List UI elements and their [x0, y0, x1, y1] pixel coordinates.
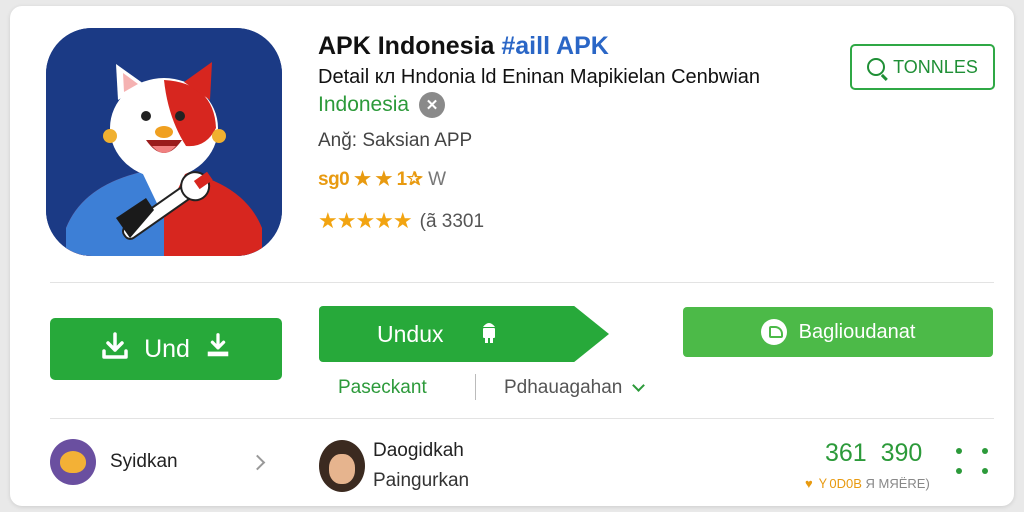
user-left[interactable]: Syidkan — [50, 439, 178, 485]
app-title-accent[interactable]: #aill APK — [501, 32, 608, 60]
share-bubble-icon — [760, 319, 787, 345]
install-button[interactable]: Undux — [319, 306, 609, 362]
dropdown-label: Pdhauagahan — [504, 377, 623, 398]
region-link[interactable]: Indonesia — [318, 93, 409, 117]
user-left-name: Syidkan — [110, 451, 178, 472]
vertical-divider — [475, 374, 476, 400]
secondary-link[interactable]: Paseckant — [338, 377, 427, 399]
rating-suffix: W — [428, 168, 447, 190]
user-mid[interactable]: Daogidkah Paingurkan — [319, 440, 469, 492]
chevron-right-icon[interactable] — [249, 454, 266, 471]
install-button-label: Undux — [377, 320, 444, 347]
app-subtitle: Detail кл Hndonia ld Eninan Mapikielan C… — [318, 66, 761, 88]
follow-button[interactable]: TONNLES — [850, 44, 995, 90]
app-title-text: APK Indonesia — [318, 32, 495, 60]
star-rating-icon: ★★★★★ — [318, 209, 413, 234]
app-author: Anğ: Saksian APP — [318, 130, 473, 151]
download-icon — [100, 331, 130, 368]
rating-stars-row: ★★★★★ (ã 3301 — [318, 209, 484, 234]
avatar — [319, 440, 365, 492]
options-dropdown[interactable]: Pdhauagahan — [504, 377, 646, 399]
divider — [50, 282, 994, 283]
rating-summary: sg0 ★ ★ 1✰ W — [318, 168, 446, 191]
android-icon — [479, 319, 499, 349]
app-card: APK Indonesia #aill APK Detail кл Hndoni… — [10, 6, 1014, 506]
avatar — [50, 439, 96, 485]
app-title: APK Indonesia #aill APK — [318, 32, 609, 61]
rating-count: (ã 3301 — [419, 210, 485, 232]
download-button[interactable]: Und — [50, 318, 282, 380]
download-button-label: Und — [144, 334, 190, 363]
more-dots-icon[interactable] — [954, 446, 994, 482]
user-mid-text: Daogidkah Paingurkan — [373, 440, 469, 492]
share-button[interactable]: Baglioudanat — [683, 307, 993, 357]
heart-icon: ♥ — [805, 476, 813, 491]
mascot-app-icon[interactable] — [46, 28, 282, 256]
close-icon[interactable]: ✕ — [419, 92, 446, 118]
chevron-down-icon — [632, 379, 646, 392]
search-refresh-icon — [867, 58, 886, 76]
divider — [50, 418, 994, 419]
share-button-label: Baglioudanat — [798, 320, 916, 343]
stats-value: 361 390 — [825, 439, 923, 467]
region-row: Indonesia ✕ — [318, 92, 446, 118]
follow-button-label: TONNLES — [893, 56, 978, 77]
stats-sub-muted: Я МЯЁRЕ) — [865, 476, 930, 491]
download-icon — [204, 332, 232, 367]
user-mid-name: Daogidkah — [373, 440, 464, 461]
stats-sub: ♥ Ｙ0D0B Я МЯЁRЕ) — [805, 473, 930, 492]
stats-sub-text: Ｙ0D0B — [816, 476, 862, 491]
rating-text: sg0 ★ ★ 1✰ — [318, 169, 423, 190]
user-mid-sub: Paingurkan — [373, 470, 470, 491]
